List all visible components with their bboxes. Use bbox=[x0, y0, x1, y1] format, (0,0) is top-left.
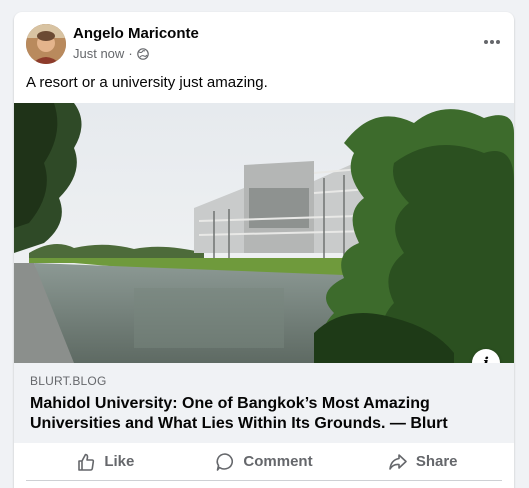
more-icon bbox=[484, 40, 500, 44]
author-name[interactable]: Angelo Mariconte bbox=[73, 25, 199, 42]
share-icon bbox=[389, 453, 407, 470]
post-text: A resort or a university just amazing. bbox=[26, 74, 268, 91]
thumbs-up-icon bbox=[78, 453, 95, 471]
post-actions: Like Comment Share bbox=[26, 443, 502, 481]
avatar[interactable] bbox=[26, 24, 66, 64]
link-preview-image[interactable] bbox=[14, 103, 514, 363]
share-label: Share bbox=[415, 453, 458, 470]
comment-label: Comment bbox=[243, 453, 313, 470]
post-meta: Just now · bbox=[73, 46, 149, 61]
link-title[interactable]: Mahidol University: One of Bangkok’s Mos… bbox=[30, 394, 500, 434]
share-button[interactable]: Share bbox=[343, 443, 502, 480]
like-button[interactable]: Like bbox=[26, 443, 185, 480]
meta-separator: · bbox=[128, 46, 133, 61]
link-domain: BLURT.BLOG bbox=[30, 374, 107, 388]
comment-icon bbox=[216, 452, 234, 471]
globe-icon[interactable] bbox=[136, 47, 149, 60]
like-label: Like bbox=[104, 453, 135, 470]
post-header: Angelo Mariconte Just now · bbox=[14, 12, 514, 70]
post-card: Angelo Mariconte Just now · A resort or … bbox=[14, 12, 514, 488]
more-options-button[interactable] bbox=[478, 28, 506, 56]
timestamp[interactable]: Just now bbox=[73, 46, 124, 61]
link-preview[interactable]: BLURT.BLOG Mahidol University: One of Ba… bbox=[14, 363, 514, 443]
comment-button[interactable]: Comment bbox=[185, 443, 344, 480]
